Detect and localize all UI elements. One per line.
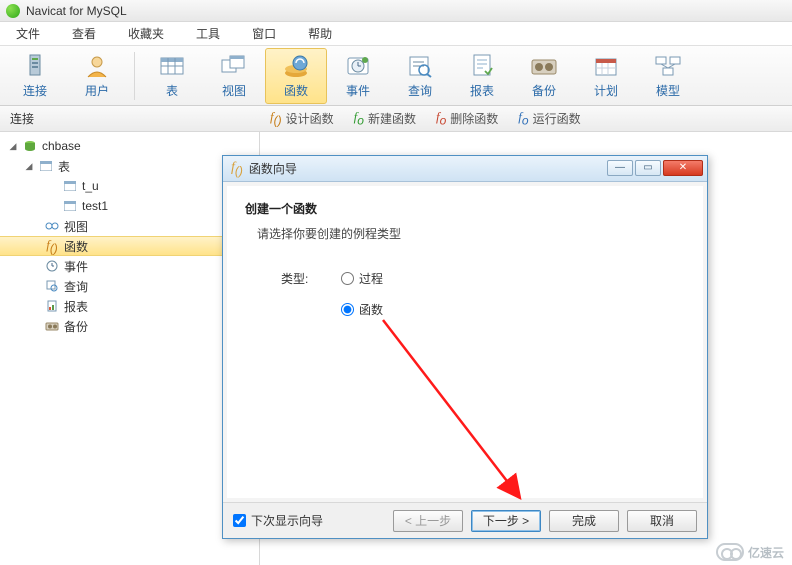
toolbar-event[interactable]: 事件 — [327, 48, 389, 104]
menu-favorites[interactable]: 收藏夹 — [112, 25, 180, 42]
table-icon — [38, 159, 54, 173]
tree-functions[interactable]: f() 函数 — [0, 236, 259, 256]
table-icon — [158, 52, 186, 80]
watermark-text: 亿速云 — [748, 544, 784, 561]
tree-views[interactable]: 视图 — [0, 216, 259, 236]
watermark: 亿速云 — [716, 543, 784, 561]
dialog-heading: 创建一个函数 — [245, 200, 685, 217]
sub-toolbar: 连接 f()设计函数 fo新建函数 fo删除函数 fo运行函数 — [0, 106, 792, 132]
view-icon — [220, 52, 248, 80]
toolbar-connection[interactable]: 连接 — [4, 48, 66, 104]
close-button[interactable]: ✕ — [663, 160, 703, 176]
action-new-function[interactable]: fo新建函数 — [344, 109, 426, 128]
menu-tools[interactable]: 工具 — [180, 25, 236, 42]
type-label: 类型: — [281, 270, 341, 287]
event-icon — [344, 52, 372, 80]
toolbar: 连接 用户 表 视图 函数 事件 查询 报表 备份 计划 模型 — [0, 46, 792, 106]
action-design-function[interactable]: f()设计函数 — [260, 109, 344, 128]
fx-icon: fo — [354, 109, 364, 128]
toolbar-table[interactable]: 表 — [141, 48, 203, 104]
toolbar-query[interactable]: 查询 — [389, 48, 451, 104]
menu-help[interactable]: 帮助 — [292, 25, 348, 42]
tree-queries[interactable]: 查询 — [0, 276, 259, 296]
user-icon — [83, 52, 111, 80]
report-icon — [468, 52, 496, 80]
radio-function[interactable]: 函数 — [341, 301, 383, 318]
action-delete-function[interactable]: fo删除函数 — [426, 109, 508, 128]
event-icon — [44, 259, 60, 273]
server-icon — [21, 52, 49, 80]
function-wizard-dialog: f() 函数向导 — ▭ ✕ 创建一个函数 请选择你要创建的例程类型 类型: 过… — [222, 155, 708, 539]
app-title: Navicat for MySQL — [26, 4, 127, 18]
sidebar: ◢ chbase ◢ 表 t_u test1 视图 f() 函数 事件 — [0, 132, 260, 565]
tree-table-test1[interactable]: test1 — [0, 196, 259, 216]
app-icon — [6, 4, 20, 18]
separator — [134, 52, 135, 100]
toolbar-report[interactable]: 报表 — [451, 48, 513, 104]
database-icon — [22, 139, 38, 153]
tree-table-tu[interactable]: t_u — [0, 176, 259, 196]
dialog-titlebar[interactable]: f() 函数向导 — ▭ ✕ — [223, 156, 707, 182]
backup-icon — [530, 52, 558, 80]
table-icon — [62, 179, 78, 193]
tree-backups[interactable]: 备份 — [0, 316, 259, 336]
fx-icon: fo — [436, 109, 446, 128]
dialog-body: 创建一个函数 请选择你要创建的例程类型 类型: 过程 函数 — [227, 186, 703, 498]
tree-db[interactable]: ◢ chbase — [0, 136, 259, 156]
view-icon — [44, 219, 60, 233]
query-icon — [406, 52, 434, 80]
collapse-icon: ◢ — [24, 161, 34, 172]
radio-procedure[interactable]: 过程 — [341, 270, 383, 287]
fx-icon: f() — [270, 109, 282, 128]
fx-icon: fo — [518, 109, 528, 128]
model-icon — [654, 52, 682, 80]
dialog-hint: 请选择你要创建的例程类型 — [245, 225, 685, 242]
fx-icon: f() — [231, 160, 243, 178]
dialog-title: 函数向导 — [249, 160, 607, 177]
toolbar-function[interactable]: 函数 — [265, 48, 327, 104]
cancel-button[interactable]: 取消 — [627, 510, 697, 532]
minimize-button[interactable]: — — [607, 160, 633, 176]
connection-label: 连接 — [0, 110, 260, 127]
menu-view[interactable]: 查看 — [56, 25, 112, 42]
maximize-button[interactable]: ▭ — [635, 160, 661, 176]
table-icon — [62, 199, 78, 213]
toolbar-model[interactable]: 模型 — [637, 48, 699, 104]
collapse-icon: ◢ — [8, 141, 18, 152]
tree-events[interactable]: 事件 — [0, 256, 259, 276]
tree-tables[interactable]: ◢ 表 — [0, 156, 259, 176]
report-icon — [44, 299, 60, 313]
backup-icon — [44, 319, 60, 333]
tree-reports[interactable]: 报表 — [0, 296, 259, 316]
prev-button: < 上一步 — [393, 510, 463, 532]
toolbar-view[interactable]: 视图 — [203, 48, 265, 104]
dialog-footer: 下次显示向导 < 上一步 下一步 > 完成 取消 — [223, 502, 707, 538]
watermark-logo-icon — [716, 543, 744, 561]
finish-button[interactable]: 完成 — [549, 510, 619, 532]
function-icon — [282, 52, 310, 80]
menu-window[interactable]: 窗口 — [236, 25, 292, 42]
toolbar-user[interactable]: 用户 — [66, 48, 128, 104]
menubar: 文件 查看 收藏夹 工具 窗口 帮助 — [0, 22, 792, 46]
show-again-checkbox[interactable]: 下次显示向导 — [233, 512, 385, 529]
action-run-function[interactable]: fo运行函数 — [508, 109, 590, 128]
function-icon: f() — [44, 239, 60, 253]
query-icon — [44, 279, 60, 293]
toolbar-schedule[interactable]: 计划 — [575, 48, 637, 104]
titlebar: Navicat for MySQL — [0, 0, 792, 22]
next-button[interactable]: 下一步 > — [471, 510, 541, 532]
schedule-icon — [592, 52, 620, 80]
menu-file[interactable]: 文件 — [0, 25, 56, 42]
toolbar-backup[interactable]: 备份 — [513, 48, 575, 104]
